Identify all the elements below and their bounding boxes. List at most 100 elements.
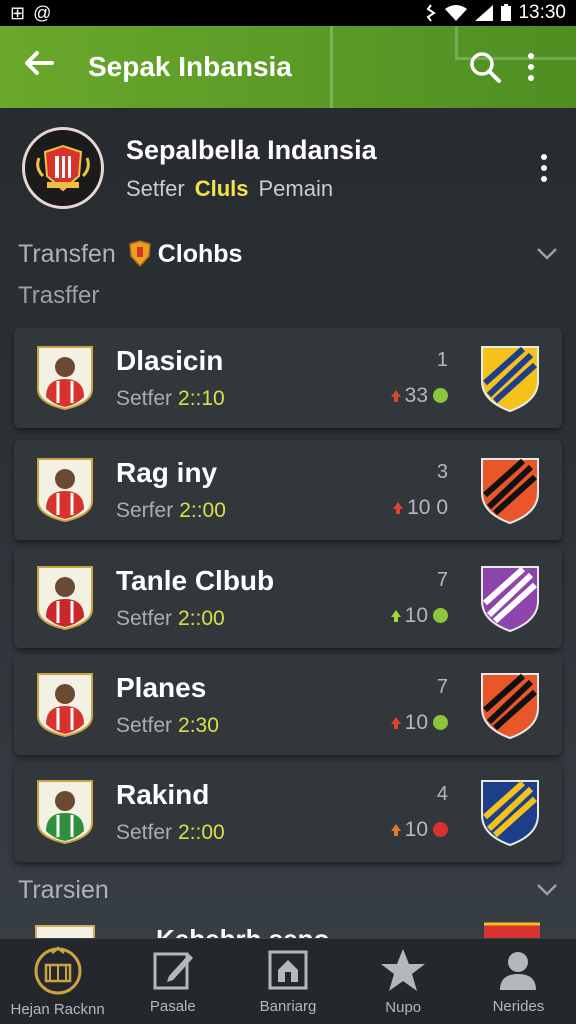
row-time: 2::10 [178,387,225,410]
nav-label: Nerides [492,998,545,1015]
nav-label: Hejan Racknn [10,1001,105,1018]
plus-square-icon: ⊞ [10,2,26,23]
club-shield-icon [481,458,539,525]
battery-icon [501,4,512,21]
bottom-navigation: Hejan Racknn Pasale Banriarg Nupo Neride… [0,938,576,1024]
header-more-button[interactable] [534,154,554,182]
trend-arrow-icon [390,823,401,836]
trend-arrow-icon [390,716,401,729]
club-shield-icon [481,673,539,740]
row-number: 3 [436,460,448,483]
section-trarsien[interactable]: Trarsien [18,870,558,910]
list-item[interactable]: Tanle Clbub Setfer 2::00 7 10 [14,548,562,648]
wifi-icon [445,5,468,21]
row-time: 2::00 [179,499,226,522]
person-icon [500,952,537,990]
row-number: 4 [436,782,448,805]
section-transfers[interactable]: Transfen Clohbs [18,234,558,274]
vibrate-icon [427,4,437,22]
player-avatar [34,564,96,632]
row-time: 2::00 [178,821,225,844]
player-badge-icon [37,458,93,523]
row-score: 10 0 [407,495,448,519]
player-badge-icon [37,346,93,411]
shield-icon [128,240,151,268]
list-item[interactable]: Planes Setfer 2:30 7 10 [14,655,562,755]
tab-setfer[interactable]: Setfer [126,176,185,202]
stadium-icon [34,946,82,995]
nav-item-hejan-racknn[interactable]: Hejan Racknn [0,939,115,1024]
trend-arrow-icon [390,609,401,622]
row-sub-label: Serfer [116,499,174,522]
row-score: 10 [404,817,428,841]
club-shield-icon [481,566,539,633]
row-number: 1 [436,348,448,371]
nav-label: Nupo [385,999,422,1016]
at-icon: @ [33,2,52,23]
player-name: Planes [116,672,207,703]
row-time: 2:30 [178,714,219,737]
crest-icon [36,144,90,192]
signal-icon [475,5,494,21]
club-header: Sepalbella Indansia Setfer Cluls Pemain [0,108,576,228]
player-avatar [34,778,96,846]
list-item-peek[interactable]: Kebebrh sepo [14,920,562,940]
nav-item-nupo[interactable]: Nupo [346,939,461,1024]
row-sub-label: Setfer [116,607,173,630]
nav-label: Pasale [149,998,196,1015]
list-item[interactable]: Dlasicin Setfer 2::10 1 33 [14,328,562,428]
chevron-down-icon[interactable] [536,883,558,897]
player-name: Dlasicin [116,345,224,376]
status-dot [433,388,448,403]
more-vert-icon [521,53,541,81]
trend-arrow-icon [390,389,401,402]
player-avatar [34,671,96,739]
search-icon [470,52,501,83]
row-number: 7 [436,675,448,698]
club-logo [22,127,104,209]
row-sub-label: Setfer [116,714,173,737]
subheading: Trasffer [18,282,100,309]
section-label-clubs: Clohbs [157,239,243,268]
nav-item-nerides[interactable]: Nerides [461,939,576,1024]
row-number: 7 [436,568,448,591]
header-tabs: Setfer Cluls Pemain [126,176,534,202]
club-title: Sepalbella Indansia [126,134,377,165]
edit-icon [153,952,193,990]
overflow-menu-button[interactable] [508,44,554,90]
club-shield [478,342,542,414]
row-time: 2::00 [178,607,225,630]
search-button[interactable] [462,44,508,90]
club-shield [478,669,542,741]
back-button[interactable] [22,48,62,87]
star-icon [381,949,426,991]
nav-item-pasale[interactable]: Pasale [115,939,230,1024]
status-bar: ⊞ @ 13:30 [0,0,576,26]
tab-cluls[interactable]: Cluls [195,176,249,202]
player-avatar [34,456,96,524]
tab-pemain[interactable]: Pemain [259,176,334,202]
list-item[interactable]: Rag iny Serfer 2::00 3 10 0 [14,440,562,540]
player-name: Rakind [116,779,210,810]
back-arrow-icon [25,50,54,75]
row-score: 10 [404,603,428,627]
nav-label: Banriarg [259,998,317,1015]
app-bar: Sepak Inbansia [0,26,576,108]
row-sub-label: Setfer [116,821,173,844]
player-badge-icon [37,566,93,631]
player-badge-icon [35,925,95,940]
status-dot [433,822,448,837]
clock: 13:30 [518,2,566,23]
club-shield [478,776,542,848]
player-name: Tanle Clbub [116,565,275,596]
club-shield-icon [484,922,540,940]
list-item[interactable]: Rakind Setfer 2::00 4 10 [14,762,562,862]
chevron-down-icon[interactable] [536,247,558,261]
trend-arrow-icon [393,501,404,514]
club-shield-icon [481,780,539,847]
club-shield-icon [481,346,539,413]
player-badge-icon [37,780,93,845]
nav-item-banriarg[interactable]: Banriarg [230,939,345,1024]
status-dot [433,608,448,623]
row-score: 33 [404,383,428,407]
